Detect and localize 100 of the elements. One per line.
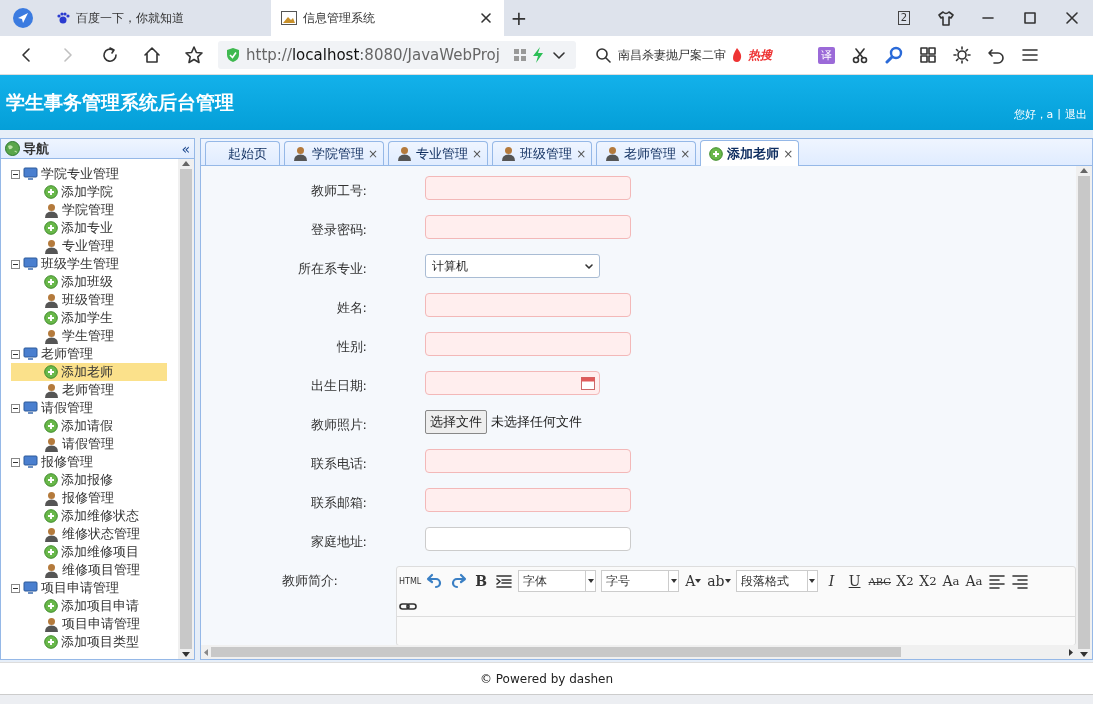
collapse-button[interactable]: « <box>181 140 190 157</box>
input-field[interactable] <box>425 527 631 551</box>
close-icon[interactable] <box>478 10 494 26</box>
date-field[interactable] <box>425 371 600 395</box>
collapse-icon[interactable] <box>11 583 20 593</box>
redo-icon[interactable] <box>449 572 468 590</box>
separator-text: | <box>1057 107 1061 122</box>
toolbar-button[interactable]: HTML <box>399 576 422 586</box>
collapse-icon[interactable] <box>11 403 20 413</box>
tree-node[interactable]: 老师管理 <box>11 345 178 363</box>
tree-item[interactable]: 添加项目类型 <box>11 633 167 651</box>
tab[interactable]: 班级管理 × <box>492 141 593 165</box>
tab-close-button[interactable]: × <box>368 146 379 161</box>
search-field[interactable]: 南昌杀妻抛尸案二审 热搜 <box>594 46 804 64</box>
monitor-icon <box>23 347 38 361</box>
tree-item[interactable]: 添加维修项目 <box>11 543 167 561</box>
tab[interactable]: 起始页 <box>205 141 280 165</box>
tree-item[interactable]: 添加报修 <box>11 471 167 489</box>
tab[interactable]: 专业管理 × <box>388 141 489 165</box>
menu-icon[interactable] <box>1021 46 1039 64</box>
tree-item[interactable]: 添加班级 <box>11 273 167 291</box>
maximize-icon[interactable] <box>1021 9 1039 27</box>
tab[interactable]: 学院管理 × <box>284 141 385 165</box>
indent-icon[interactable] <box>495 572 514 590</box>
reload-icon[interactable] <box>100 45 120 65</box>
tree-node[interactable]: 请假管理 <box>11 399 178 417</box>
collapse-icon[interactable] <box>11 457 20 467</box>
dropdown[interactable]: 字体 <box>518 570 597 592</box>
tree-node[interactable]: 班级学生管理 <box>11 255 178 273</box>
compass-icon[interactable] <box>12 7 34 29</box>
tree-item[interactable]: 项目申请管理 <box>11 615 167 633</box>
qr-code-icon[interactable] <box>514 49 526 61</box>
align-right-icon[interactable] <box>1011 572 1029 590</box>
tree-node[interactable]: 项目申请管理 <box>11 579 178 597</box>
sun-icon[interactable] <box>953 46 971 64</box>
tree-node[interactable]: 报修管理 <box>11 453 178 471</box>
input-field[interactable] <box>425 449 631 473</box>
tab-close-button[interactable]: × <box>472 146 483 161</box>
toolbar-button[interactable]: B <box>472 573 491 589</box>
tab-close-button[interactable]: × <box>680 146 691 161</box>
apps-icon[interactable] <box>919 46 937 64</box>
input-field[interactable] <box>425 488 631 512</box>
undo-icon[interactable] <box>987 46 1005 64</box>
monitor-icon <box>23 455 38 469</box>
tree-item[interactable]: 请假管理 <box>11 435 167 453</box>
toolbar-button[interactable]: ABC <box>868 575 891 587</box>
tree-item[interactable]: 添加老师 <box>11 363 167 381</box>
tab[interactable]: 添加老师 × <box>700 140 800 166</box>
tab[interactable]: 老师管理 × <box>596 141 697 165</box>
tree-item[interactable]: 报修管理 <box>11 489 167 507</box>
tab-count[interactable]: 2 <box>897 11 911 25</box>
scrollbar[interactable] <box>201 645 1076 659</box>
close-icon[interactable] <box>1063 9 1081 27</box>
tree-item[interactable]: 添加维修状态 <box>11 507 167 525</box>
dropdown[interactable]: 段落格式 <box>735 570 818 592</box>
dropdown[interactable]: 字号 <box>601 570 680 592</box>
star-icon[interactable] <box>184 45 204 65</box>
toolbar-button[interactable]: U <box>845 573 864 589</box>
align-left-icon[interactable] <box>988 572 1006 590</box>
down-arrow-icon <box>182 652 190 657</box>
tab-close-button[interactable]: × <box>783 146 794 161</box>
scrollbar[interactable] <box>1076 166 1092 659</box>
tree-item[interactable]: 班级管理 <box>11 291 167 309</box>
tree-node[interactable]: 学院专业管理 <box>11 165 178 183</box>
address-field[interactable]: http://localhost:8080/JavaWebProj <box>218 41 576 69</box>
search-icon[interactable] <box>594 46 612 64</box>
shirt-icon[interactable] <box>937 9 955 27</box>
collapse-icon[interactable] <box>11 349 20 359</box>
person-icon <box>44 436 59 452</box>
toolbar-button[interactable]: A <box>684 573 703 589</box>
browser-tab[interactable]: 信息管理系统 <box>271 0 504 36</box>
collapse-icon[interactable] <box>11 259 20 269</box>
tree-item[interactable]: 添加项目申请 <box>11 597 167 615</box>
tree-item[interactable]: 学院管理 <box>11 201 167 219</box>
input-field[interactable] <box>425 215 631 239</box>
tree-item[interactable]: 老师管理 <box>11 381 167 399</box>
choose-file-button[interactable]: 选择文件 <box>425 410 487 434</box>
tree-item[interactable]: 维修状态管理 <box>11 525 167 543</box>
input-field[interactable] <box>425 332 631 356</box>
browser-tab[interactable]: 百度一下，你就知道 <box>46 0 271 36</box>
select-field[interactable]: 计算机 <box>425 254 600 278</box>
scrollbar[interactable] <box>178 159 194 659</box>
home-icon[interactable] <box>142 45 162 65</box>
tree-item[interactable]: 学生管理 <box>11 327 167 345</box>
tree-item[interactable]: 添加专业 <box>11 219 167 237</box>
tree-item[interactable]: 添加请假 <box>11 417 167 435</box>
collapse-icon[interactable] <box>11 169 20 179</box>
toolbar-button[interactable]: ab <box>707 573 731 589</box>
translate-button[interactable]: 译 <box>818 46 835 64</box>
new-tab-button[interactable]: + <box>504 0 534 36</box>
tree-item[interactable]: 添加学生 <box>11 309 167 327</box>
scissors-icon[interactable] <box>851 46 869 64</box>
input-field[interactable] <box>425 176 631 200</box>
magnifier-icon[interactable] <box>885 46 903 64</box>
tree-item[interactable]: 维修项目管理 <box>11 561 167 579</box>
toolbar-button[interactable]: I <box>822 573 841 589</box>
input-field[interactable] <box>425 293 631 317</box>
tab-close-button[interactable]: × <box>576 146 587 161</box>
tree-item[interactable]: 添加学院 <box>11 183 167 201</box>
tree-item[interactable]: 专业管理 <box>11 237 167 255</box>
